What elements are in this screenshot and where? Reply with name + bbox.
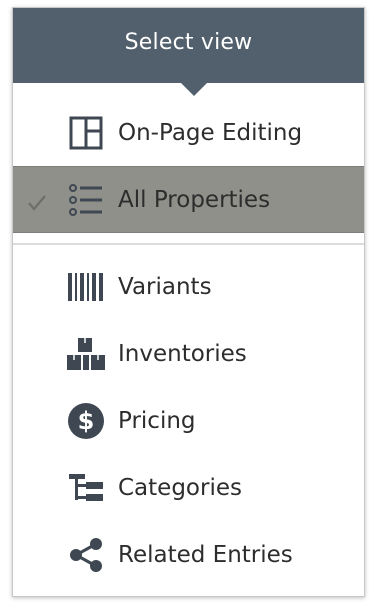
dropdown-title: Select view — [124, 30, 253, 55]
barcode-icon — [66, 269, 106, 305]
menu-item-categories[interactable]: Categories — [13, 454, 364, 521]
svg-text:$: $ — [78, 407, 95, 435]
menu-item-label: Variants — [118, 273, 212, 300]
menu-item-label: Related Entries — [118, 541, 293, 568]
menu-item-label: Categories — [118, 474, 242, 501]
menu-item-variants[interactable]: Variants — [13, 253, 364, 320]
select-view-dropdown: Select view On-Page Editing All Properti… — [12, 7, 365, 597]
menu-item-label: All Properties — [118, 186, 271, 213]
boxes-icon — [66, 336, 106, 372]
menu-item-related-entries[interactable]: Related Entries — [13, 521, 364, 588]
menu-item-label: Pricing — [118, 407, 196, 434]
list-icon — [66, 182, 106, 218]
checkmark-icon — [27, 193, 47, 213]
dropdown-header: Select view — [13, 8, 364, 96]
menu-item-pricing[interactable]: $ Pricing — [13, 387, 364, 454]
menu-item-label: On-Page Editing — [118, 119, 303, 146]
menu-item-label: Inventories — [118, 340, 247, 367]
tree-structure-icon — [66, 470, 106, 506]
dropdown-pointer-arrow — [180, 83, 207, 96]
share-icon — [66, 537, 106, 573]
menu-item-inventories[interactable]: Inventories — [13, 320, 364, 387]
layout-panels-icon — [66, 115, 106, 151]
menu-item-all-properties[interactable]: All Properties — [13, 166, 364, 233]
dollar-circle-icon: $ — [66, 402, 106, 439]
menu-divider — [13, 243, 364, 245]
menu-item-on-page-editing[interactable]: On-Page Editing — [13, 99, 364, 166]
